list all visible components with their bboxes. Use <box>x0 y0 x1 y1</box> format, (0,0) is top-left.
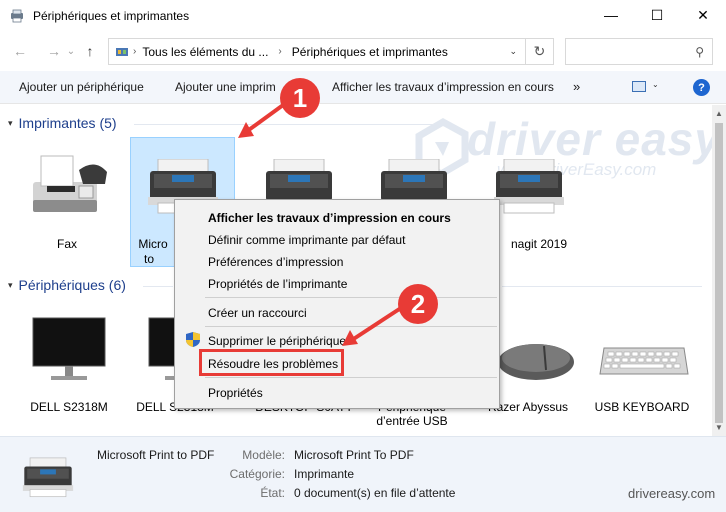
arrow-step-2 <box>350 304 406 342</box>
printer-icon <box>22 457 74 498</box>
category-value: Imprimante <box>294 467 355 481</box>
model-label: Modèle: <box>242 448 285 462</box>
state-value: 0 document(s) en file d’attente <box>294 486 456 500</box>
details-pane: Microsoft Print to PDF Modèle: Microsoft… <box>0 436 726 512</box>
step-1-badge: 1 <box>280 78 320 118</box>
state-label: État: <box>260 486 285 500</box>
model-value: Microsoft Print To PDF <box>294 448 414 462</box>
step-2-badge: 2 <box>398 284 438 324</box>
category-label: Catégorie: <box>229 467 285 481</box>
footer-watermark: drivereasy.com <box>628 486 716 501</box>
